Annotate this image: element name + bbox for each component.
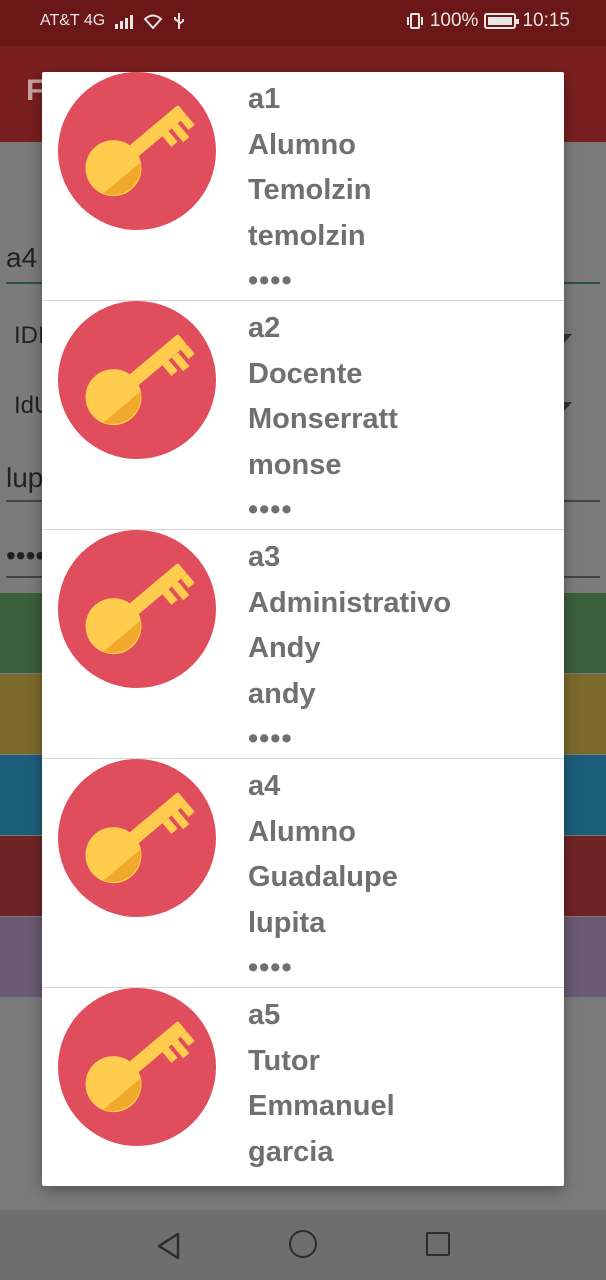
key-icon (58, 72, 216, 230)
user-list-dialog: a1 Alumno Temolzin temolzin •••• a2 Docente Mo… (42, 72, 564, 1186)
item-username: garcia (248, 1135, 334, 1168)
item-id: a4 (248, 770, 281, 802)
password-input[interactable]: •••• (6, 540, 45, 572)
back-icon[interactable] (156, 1232, 182, 1260)
list-item-details: a3 Administrativo Andy andy •••• (248, 540, 451, 768)
key-icon (58, 988, 216, 1146)
recent-apps-icon[interactable] (426, 1232, 450, 1256)
clock: 10:15 (522, 10, 570, 31)
item-role: Alumno (248, 815, 356, 848)
list-item-details: a2 Docente Monserratt monse •••• (248, 311, 398, 539)
key-icon (58, 530, 216, 688)
key-icon (58, 759, 216, 917)
item-name: Temolzin (248, 174, 372, 206)
item-role: Administrativo (248, 586, 452, 619)
usb-icon (174, 13, 185, 29)
dropdown-idi[interactable]: IDI (14, 322, 45, 350)
item-role: Alumno (248, 128, 356, 161)
item-name: Emmanuel (248, 1090, 395, 1122)
list-item[interactable]: a1 Alumno Temolzin temolzin •••• (42, 72, 564, 301)
item-username: lupita (248, 906, 326, 939)
item-role: Tutor (248, 1044, 320, 1077)
name-input[interactable]: lup (6, 462, 43, 494)
item-id: a3 (248, 541, 281, 573)
list-item[interactable]: a3 Administrativo Andy andy •••• (42, 530, 564, 759)
battery-percent: 100% (429, 10, 479, 31)
item-name: Guadalupe (248, 861, 398, 893)
item-username: andy (248, 677, 316, 710)
item-username: monse (248, 448, 342, 481)
wifi-icon (143, 14, 163, 29)
signal-icon (115, 13, 134, 29)
list-item-details: a5 Tutor Emmanuel garcia (248, 998, 395, 1186)
item-name: Andy (248, 632, 321, 664)
list-item-details: a4 Alumno Guadalupe lupita •••• (248, 769, 398, 997)
item-name: Monserratt (248, 403, 398, 435)
home-icon[interactable] (289, 1230, 317, 1258)
battery-icon (484, 13, 520, 29)
list-item[interactable]: a5 Tutor Emmanuel garcia (42, 988, 564, 1186)
item-username: temolzin (248, 219, 366, 252)
item-id: a2 (248, 312, 281, 344)
id-input[interactable]: a4 (6, 242, 37, 274)
list-item-details: a1 Alumno Temolzin temolzin •••• (248, 82, 372, 310)
item-password (248, 1180, 395, 1186)
key-icon (58, 301, 216, 459)
user-list: a1 Alumno Temolzin temolzin •••• a2 Docente Mo… (42, 72, 564, 1186)
item-id: a1 (248, 83, 281, 115)
status-bar: AT&T 4G 100% 10:15 (0, 0, 606, 46)
list-item[interactable]: a2 Docente Monserratt monse •••• (42, 301, 564, 530)
item-id: a5 (248, 999, 281, 1031)
item-role: Docente (248, 357, 363, 390)
vibrate-icon (406, 13, 423, 29)
list-item[interactable]: a4 Alumno Guadalupe lupita •••• (42, 759, 564, 988)
navigation-bar (0, 1210, 606, 1280)
carrier-label: AT&T 4G (40, 12, 106, 29)
